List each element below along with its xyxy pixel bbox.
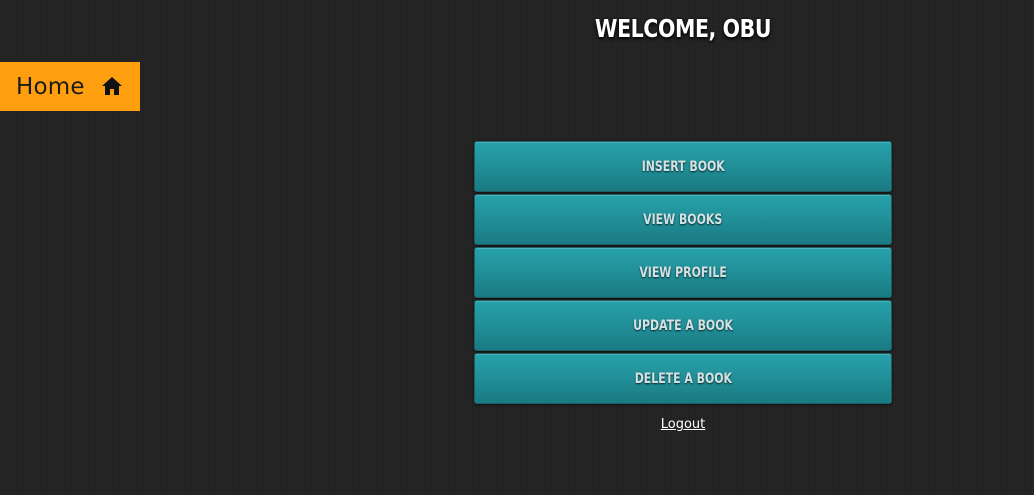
- view-profile-label: VIEW PROFILE: [639, 264, 727, 281]
- update-book-label: UPDATE A BOOK: [633, 317, 733, 334]
- home-icon: [102, 77, 122, 95]
- view-books-label: VIEW BOOKS: [643, 211, 723, 228]
- update-book-button[interactable]: UPDATE A BOOK: [474, 300, 892, 351]
- insert-book-label: INSERT BOOK: [641, 158, 725, 175]
- home-nav-button[interactable]: Home: [0, 62, 140, 111]
- home-label: Home: [16, 73, 85, 100]
- main-menu: INSERT BOOK VIEW BOOKS VIEW PROFILE UPDA…: [474, 141, 892, 406]
- welcome-heading: WELCOME, OBU: [594, 14, 772, 43]
- view-profile-button[interactable]: VIEW PROFILE: [474, 247, 892, 298]
- delete-book-label: DELETE A BOOK: [634, 370, 732, 387]
- delete-book-button[interactable]: DELETE A BOOK: [474, 353, 892, 404]
- view-books-button[interactable]: VIEW BOOKS: [474, 194, 892, 245]
- insert-book-button[interactable]: INSERT BOOK: [474, 141, 892, 192]
- logout-link[interactable]: Logout: [474, 417, 892, 432]
